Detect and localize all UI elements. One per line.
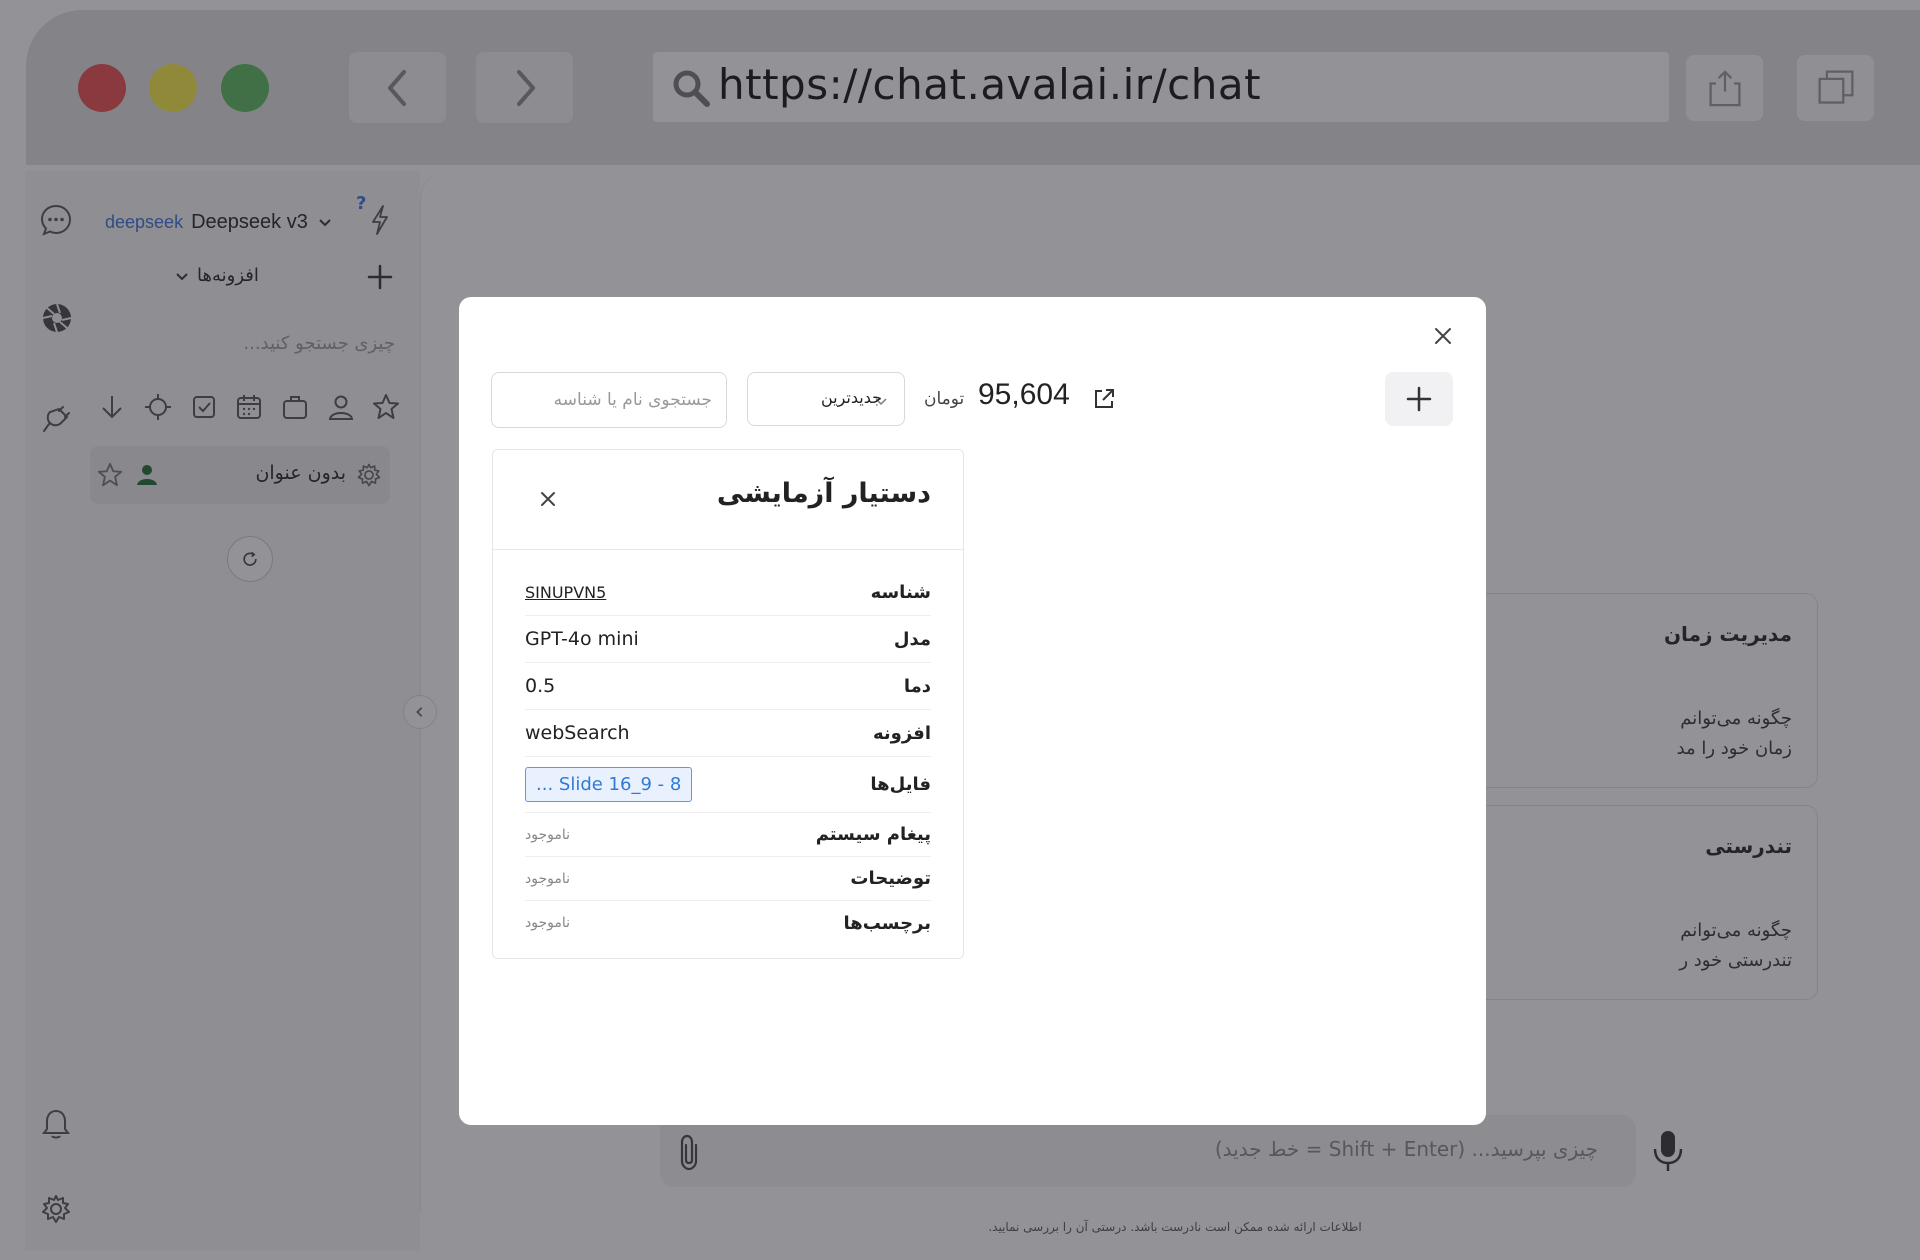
assistant-title: دستیار آزمایشی — [716, 478, 931, 509]
field-tags-row: برچسب‌ها ناموجود — [525, 901, 931, 945]
external-link-icon[interactable] — [1092, 387, 1116, 411]
field-description-row: توضیحات ناموجود — [525, 857, 931, 901]
field-files-row: فایل‌ها 8 - Slide 16_9 ... — [525, 757, 931, 813]
field-label: برچسب‌ها — [843, 912, 931, 934]
add-assistant-button[interactable] — [1385, 372, 1453, 426]
plugin-value: webSearch — [525, 722, 630, 744]
model-value: GPT-4o mini — [525, 628, 639, 650]
field-label: مدل — [893, 628, 931, 650]
sort-select[interactable]: جدیدترین — [747, 372, 905, 426]
tags-value: ناموجود — [525, 915, 571, 931]
plus-icon — [1406, 386, 1432, 412]
assistant-id-link[interactable]: SINUPVN5 — [525, 583, 606, 602]
sort-value: جدیدترین — [820, 388, 882, 407]
temperature-value: 0.5 — [525, 675, 556, 697]
field-label: فایل‌ها — [870, 774, 931, 795]
assistant-search-input[interactable]: جستجوی نام یا شناسه — [491, 372, 727, 428]
field-id-row: شناسه SINUPVN5 — [525, 569, 931, 616]
currency-label: تومان — [924, 389, 965, 409]
field-label: افزونه — [872, 722, 931, 744]
close-icon[interactable] — [1432, 325, 1454, 347]
assistants-modal: جستجوی نام یا شناسه جدیدترین تومان 95,60… — [459, 297, 1486, 1125]
assistant-detail-card: دستیار آزمایشی شناسه SINUPVN5 مدل GPT-4o… — [492, 449, 964, 959]
balance-value: 95,604 — [978, 378, 1070, 411]
field-label: پیغام سیستم — [815, 824, 931, 845]
divider — [493, 549, 963, 550]
field-system-row: پیغام سیستم ناموجود — [525, 813, 931, 857]
field-label: دما — [903, 675, 931, 697]
field-label: شناسه — [870, 581, 931, 603]
field-label: توضیحات — [850, 868, 931, 889]
system-message-value: ناموجود — [525, 826, 571, 843]
field-temperature-row: دما 0.5 — [525, 663, 931, 710]
field-model-row: مدل GPT-4o mini — [525, 616, 931, 663]
close-icon[interactable] — [539, 490, 557, 508]
field-plugin-row: افزونه webSearch — [525, 710, 931, 757]
description-value: ناموجود — [525, 870, 571, 887]
file-chip[interactable]: 8 - Slide 16_9 ... — [525, 767, 693, 802]
